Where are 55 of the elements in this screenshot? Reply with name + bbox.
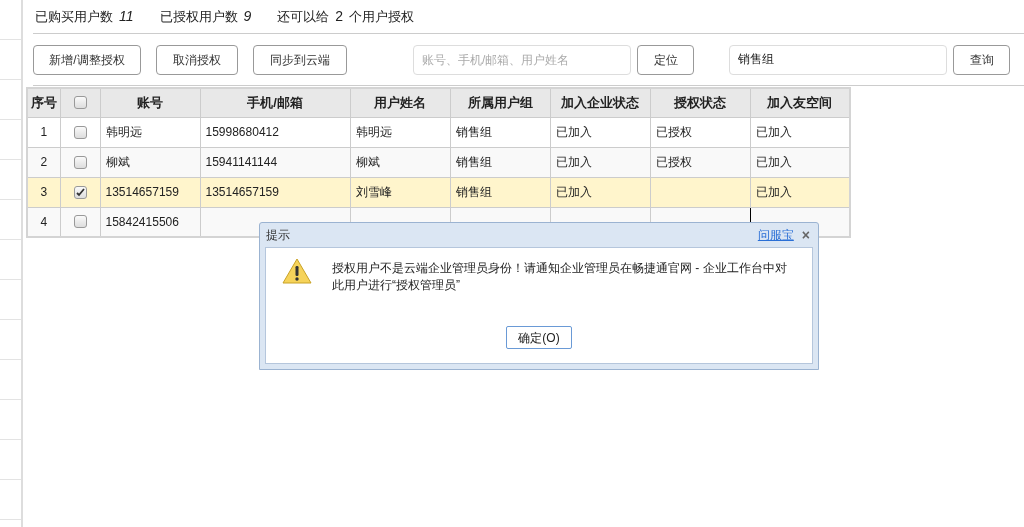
dialog-message: 授权用户不是云端企业管理员身份！请通知企业管理员在畅捷通官网 - 企业工作台中对此用户进行“授权管理员” [332,260,788,294]
checkbox[interactable] [73,125,87,139]
query-button[interactable]: 查询 [953,44,1010,75]
column-header: 账号 [100,88,200,117]
sync-button[interactable]: 同步到云端 [253,44,347,75]
table-cell: 13514657159 [100,177,200,207]
table-cell: 销售组 [450,147,550,177]
cancel-button[interactable]: 取消授权 [156,44,238,75]
stat-label: 还可以给 [277,7,330,26]
dialog-title: 提示 [265,227,290,244]
stat-value: 11 [119,7,134,26]
table-cell: 13514657159 [200,177,350,207]
column-header: 用户姓名 [350,88,450,117]
locate-button[interactable]: 定位 [637,44,694,75]
ok-button[interactable]: 确定(O) [506,326,572,349]
table-row[interactable]: 1 韩明远 15998680412 韩明远 销售组 已加入 已授权 已加入 [27,117,850,147]
table-cell: 15941141144 [200,147,350,177]
table-cell: 韩明远 [100,117,200,147]
query-field[interactable]: 销售组 [729,44,947,75]
close-button[interactable]: × [801,228,810,242]
table-row[interactable]: 3 13514657159 13514657159 刘雪峰 销售组 已加入 已加入 [27,177,850,207]
table-cell: 3 [27,177,60,207]
table-cell: 韩明远 [350,117,450,147]
table-cell: 刘雪峰 [350,177,450,207]
stat-label: 已授权用户数 [159,7,238,26]
column-header: 序号 [27,88,60,117]
stat-label: 已购买用户数 [35,7,113,26]
checkbox[interactable] [73,96,87,110]
table-cell: 15998680412 [200,117,350,147]
table-cell: 柳斌 [350,147,450,177]
table-cell: 销售组 [450,117,550,147]
column-header: 授权状态 [650,88,750,117]
table-cell: 已授权 [650,117,750,147]
add-button[interactable]: 新增/调整授权 [33,44,141,75]
table-cell: 已授权 [650,147,750,177]
stat-label: 个用户授权 [349,7,415,26]
column-header: 加入企业状态 [550,88,650,117]
column-header: 手机/邮箱 [200,88,350,117]
table-cell: 已加入 [550,147,650,177]
checkbox[interactable] [73,185,87,199]
help-link[interactable]: 问服宝 [757,226,794,244]
warning-icon [282,258,312,284]
checkbox[interactable] [73,215,87,229]
table-row[interactable]: 2 柳斌 15941141144 柳斌 销售组 已加入 已授权 已加入 [27,147,850,177]
table-cell: 已加入 [550,177,650,207]
table-cell: 销售组 [450,177,550,207]
locate-field[interactable]: 账号、手机/邮箱、用户姓名 [413,44,631,75]
table-cell: 2 [27,147,60,177]
table-cell: 柳斌 [100,147,200,177]
column-header: 所属用户组 [450,88,550,117]
stat-value: 9 [243,7,252,26]
stat-value: 2 [335,7,344,26]
checkbox[interactable] [73,155,87,169]
table-cell: 1 [27,117,60,147]
table-cell: 已加入 [550,117,650,147]
